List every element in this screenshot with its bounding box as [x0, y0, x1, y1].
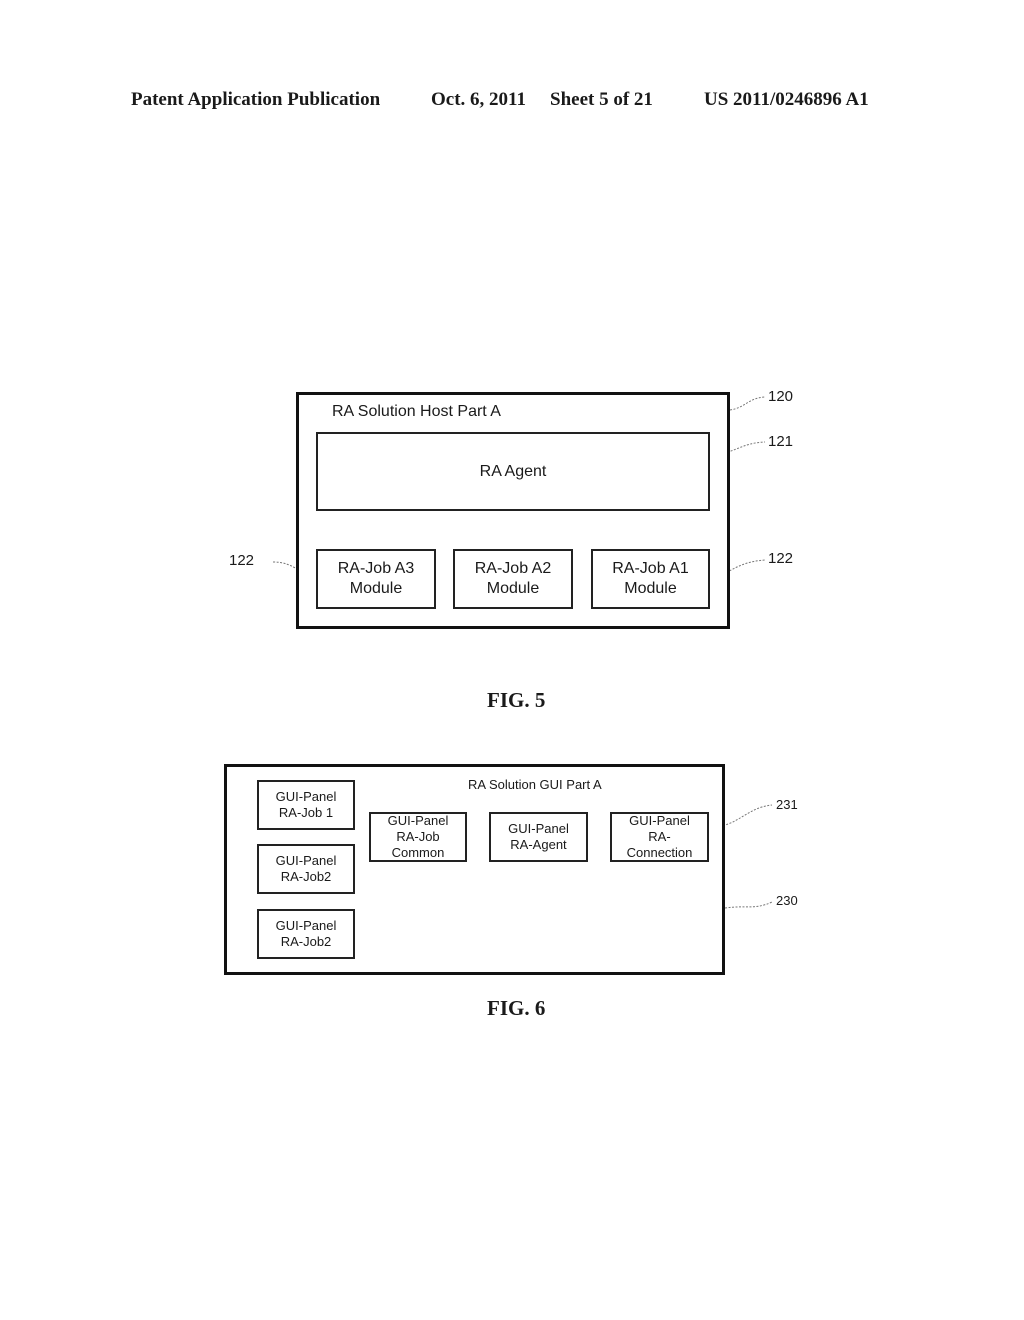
module-a2-line2: Module [486, 580, 540, 597]
gui-panel-ra-job2-b: GUI-Panel RA-Job2 [257, 909, 355, 959]
gui-title: RA Solution GUI Part A [468, 777, 602, 792]
panel-line1: GUI-Panel [629, 813, 690, 828]
ref-231: 231 [776, 797, 798, 812]
ra-agent-label: RA Agent [479, 462, 547, 480]
publication-type: Patent Application Publication [131, 89, 381, 110]
patent-number: US 2011/0246896 A1 [704, 89, 869, 110]
fig5-caption: FIG. 5 [487, 688, 546, 712]
module-a2-line1: RA-Job A2 [474, 560, 552, 577]
panel-line2: RA-Job2 [280, 869, 332, 884]
panel-line1: GUI-Panel [275, 789, 337, 804]
gui-panel-ra-connection: GUI-Panel RA- Connection [610, 812, 709, 862]
leader-120 [729, 396, 766, 411]
ref-120: 120 [768, 388, 794, 405]
panel-line1: GUI-Panel [275, 853, 337, 868]
module-a3-line2: Module [349, 580, 403, 597]
gui-panel-ra-agent: GUI-Panel RA-Agent [489, 812, 588, 862]
sheet-number: Sheet 5 of 21 [550, 89, 653, 110]
module-box-a3: RA-Job A3 Module [316, 549, 436, 609]
reference-leader-lines [272, 396, 773, 909]
panel-line2: RA-Job 1 [278, 805, 334, 820]
panel-line2: RA-Agent [510, 837, 567, 852]
module-box-a2: RA-Job A2 Module [453, 549, 573, 609]
module-a3-line1: RA-Job A3 [337, 560, 415, 577]
host-title: RA Solution Host Part A [332, 403, 501, 420]
ref-122-right: 122 [768, 550, 794, 567]
gui-panel-ra-job-1: GUI-Panel RA-Job 1 [257, 780, 355, 830]
panel-line3: Connection [626, 845, 693, 860]
ref-122-left: 122 [229, 552, 255, 569]
panel-line2: RA-Job2 [280, 934, 332, 949]
module-a1-line1: RA-Job A1 [612, 560, 689, 577]
publication-date: Oct. 6, 2011 [431, 89, 526, 110]
ra-agent-box: RA Agent [316, 432, 710, 511]
panel-line3: Common [391, 845, 445, 860]
panel-line1: GUI-Panel [508, 821, 569, 836]
ref-230: 230 [776, 893, 798, 908]
gui-panel-ra-job-common: GUI-Panel RA-Job Common [369, 812, 467, 862]
panel-line2: RA- [648, 829, 671, 844]
module-box-a1: RA-Job A1 Module [591, 549, 710, 609]
gui-panel-ra-job2-a: GUI-Panel RA-Job2 [257, 844, 355, 894]
ref-121: 121 [768, 433, 794, 450]
fig6-caption: FIG. 6 [487, 996, 546, 1020]
panel-line1: GUI-Panel [387, 813, 449, 828]
module-a1-line2: Module [624, 580, 677, 597]
panel-line2: RA-Job [396, 829, 440, 844]
panel-line1: GUI-Panel [275, 918, 337, 933]
leader-230 [724, 901, 773, 909]
